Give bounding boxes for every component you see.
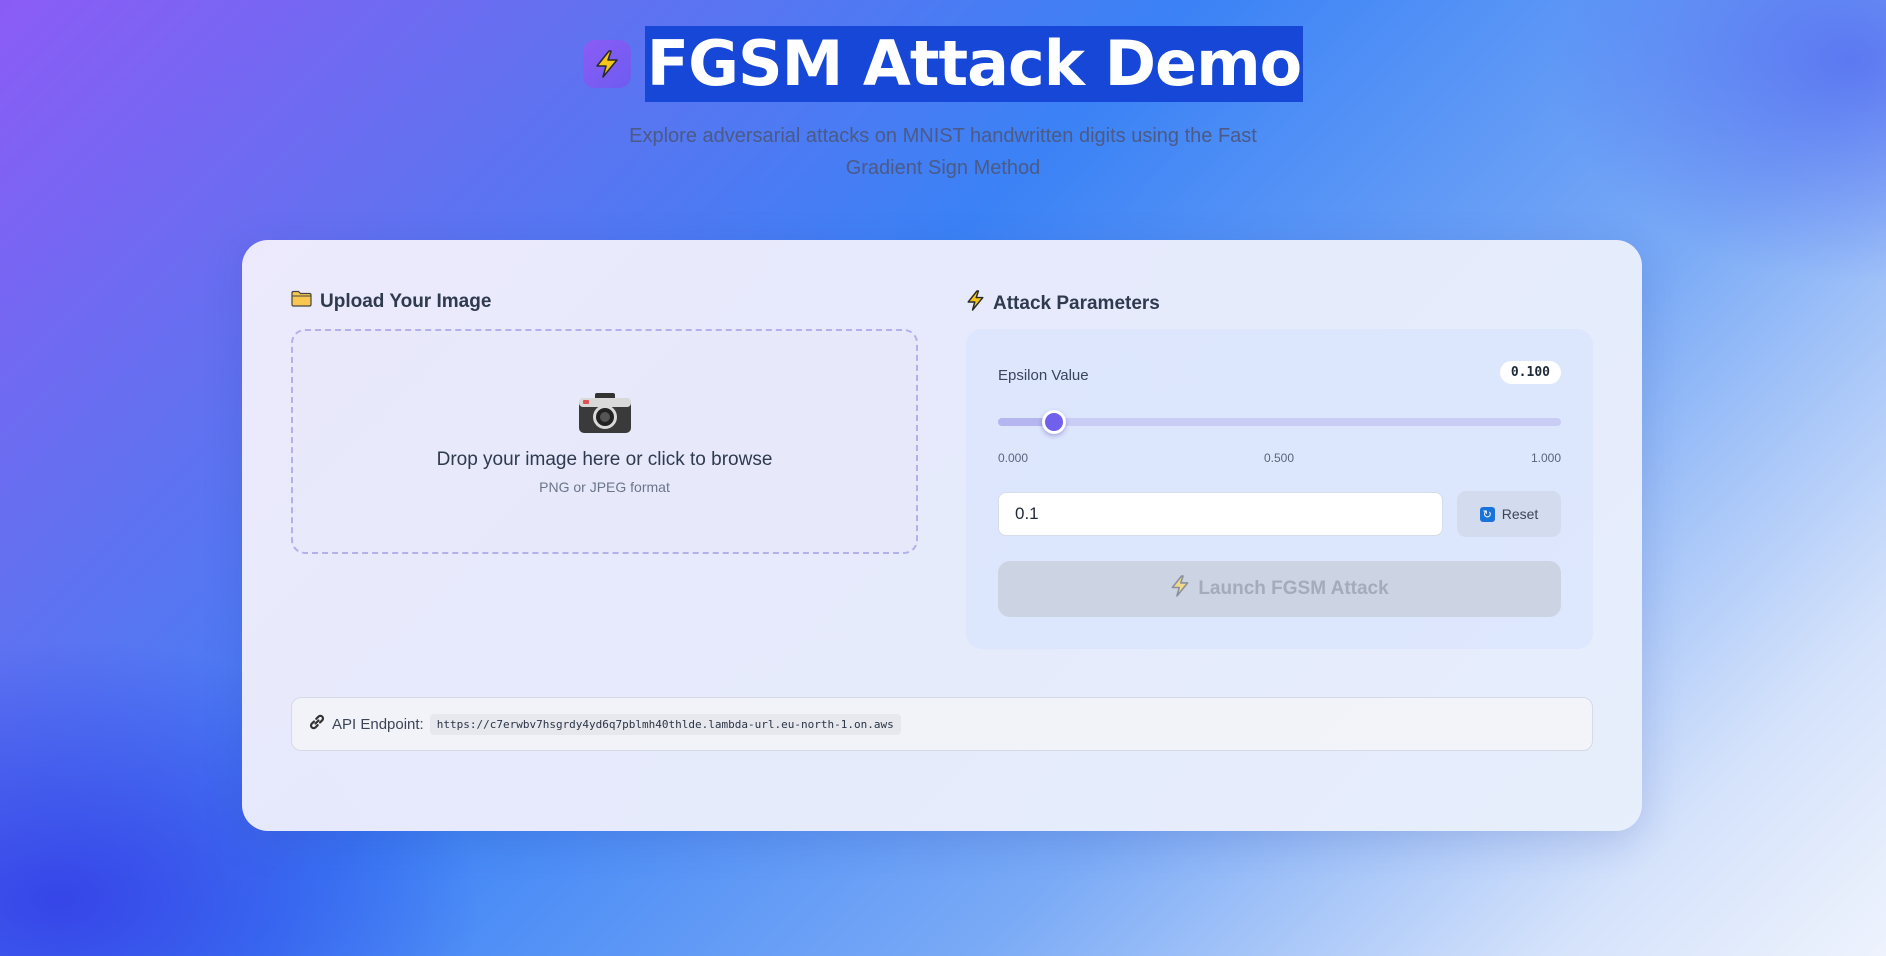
folder-icon [291, 290, 312, 313]
lightning-bolt-icon [966, 290, 985, 317]
camera-icon [577, 391, 633, 435]
title-row: FGSM Attack Demo [0, 26, 1886, 102]
api-endpoint-bar: API Endpoint: https://c7erwbv7hsgrdy4yd6… [291, 697, 1593, 751]
api-endpoint-label: API Endpoint: [332, 715, 424, 733]
reset-label: Reset [1501, 506, 1539, 522]
launch-label: Launch FGSM Attack [1198, 578, 1389, 599]
upload-dropzone[interactable]: Drop your image here or click to browse … [291, 329, 918, 554]
slider-tick-max: 1.000 [1530, 451, 1561, 465]
slider-tick-min: 0.000 [998, 451, 1029, 465]
refresh-icon: ↻ [1479, 506, 1495, 522]
lightning-bolt-icon [582, 40, 631, 88]
epsilon-input[interactable] [998, 492, 1443, 536]
api-endpoint-url: https://c7erwbv7hsgrdy4yd6q7pblmh40thlde… [429, 713, 901, 735]
dropzone-text: Drop your image here or click to browse [436, 449, 773, 470]
upload-section-label: Upload Your Image [320, 290, 492, 312]
attack-params-panel: Epsilon Value 0.100 0.000 0.500 1.000 ↻ … [966, 329, 1593, 649]
launch-attack-button[interactable]: Launch FGSM Attack [998, 561, 1561, 617]
lightning-bolt-icon [1170, 575, 1190, 603]
main-card: Upload Your Image Drop your image here o… [242, 240, 1642, 831]
page-header: FGSM Attack Demo Explore adversarial att… [0, 26, 1886, 184]
epsilon-slider[interactable] [998, 410, 1561, 434]
page-subtitle: Explore adversarial attacks on MNIST han… [629, 125, 1257, 179]
params-section-title: Attack Parameters [966, 290, 1160, 317]
dropzone-hint: PNG or JPEG format [539, 479, 670, 495]
upload-section-title: Upload Your Image [291, 290, 491, 313]
epsilon-value-badge: 0.100 [1499, 361, 1561, 384]
epsilon-slider-thumb[interactable] [1042, 410, 1067, 434]
page-title: FGSM Attack Demo [644, 26, 1304, 102]
epsilon-label: Epsilon Value [998, 367, 1089, 384]
link-icon [308, 713, 326, 736]
slider-tick-mid: 0.500 [1263, 451, 1295, 465]
reset-button[interactable]: ↻ Reset [1457, 491, 1561, 537]
params-section-label: Attack Parameters [993, 292, 1160, 314]
